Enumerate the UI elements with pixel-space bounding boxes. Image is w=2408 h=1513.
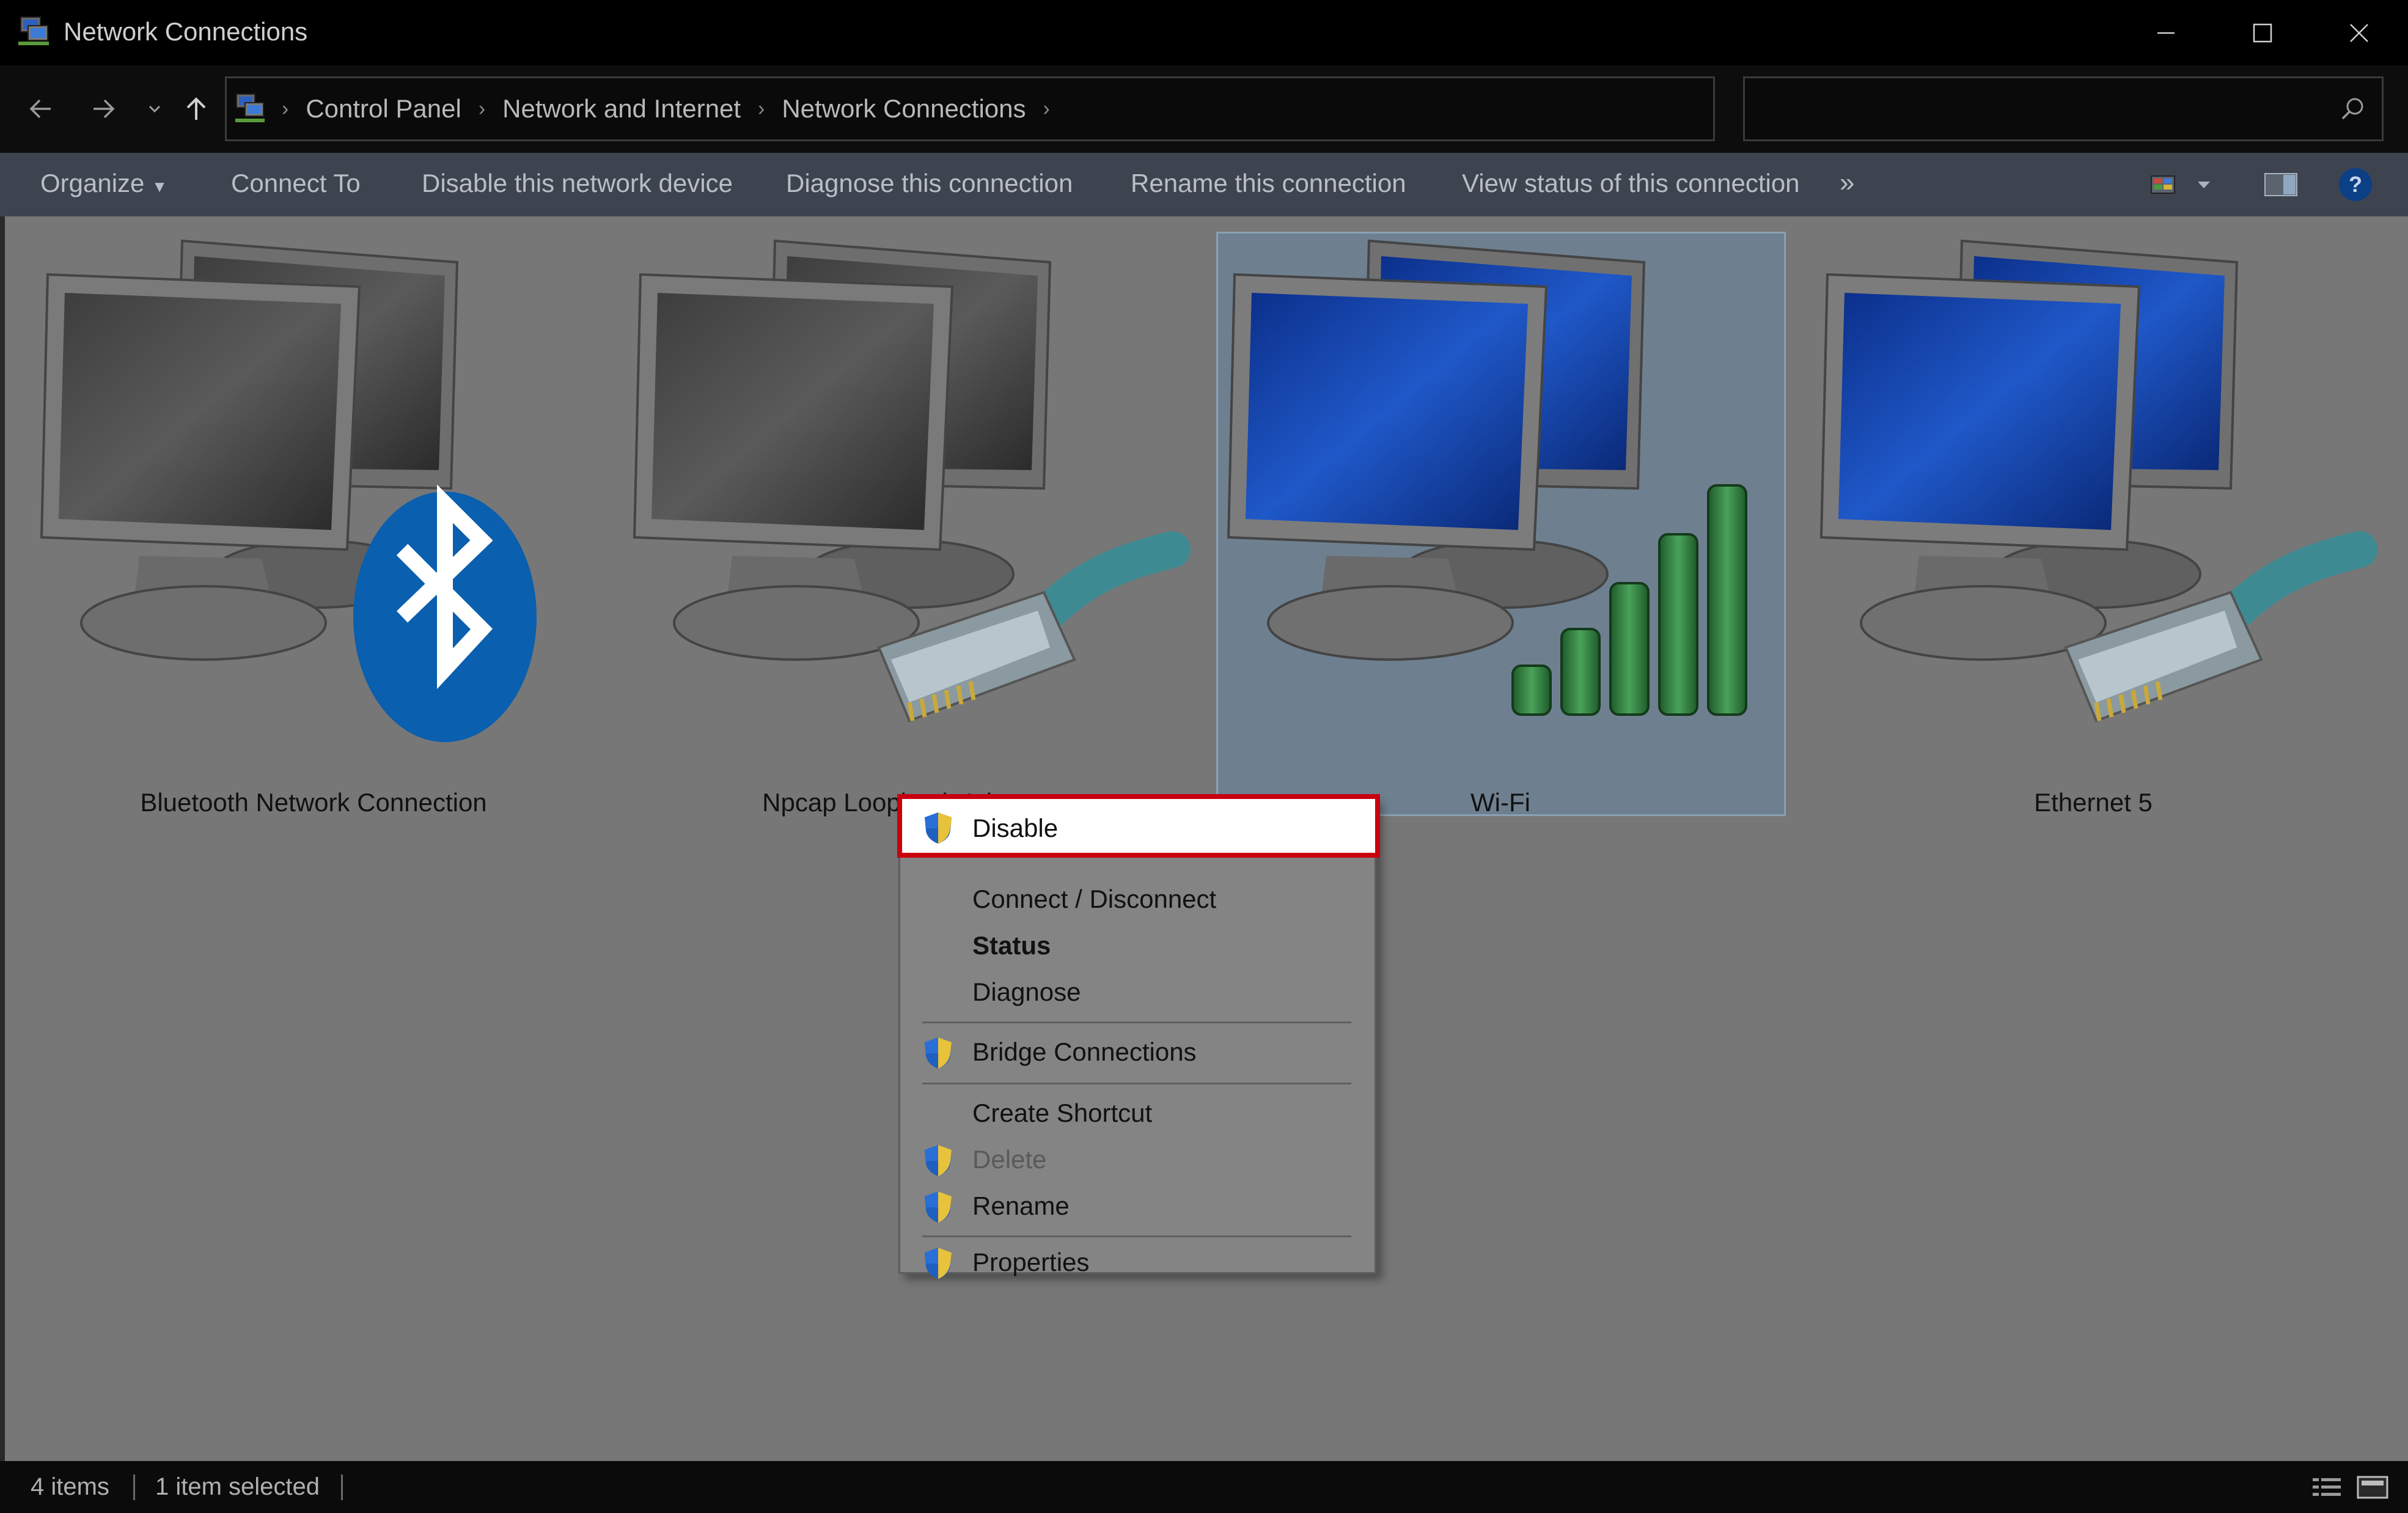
connection-name: Bluetooth Network Connection <box>140 788 487 817</box>
menu-item-connect-disconnect[interactable]: Connect / Disconnect <box>900 876 1375 922</box>
forward-button[interactable] <box>82 87 125 130</box>
organize-label: Organize <box>40 169 145 197</box>
uac-shield-icon <box>925 1037 952 1069</box>
menu-item-bridge-connections[interactable]: Bridge Connections <box>900 1029 1375 1075</box>
breadcrumb-network-and-internet[interactable]: Network and Internet <box>491 94 752 123</box>
menu-item-label: Status <box>972 931 1051 960</box>
search-input[interactable] <box>1757 87 2307 131</box>
breadcrumb-network-connections[interactable]: Network Connections <box>771 94 1037 123</box>
view-status-button[interactable]: View status of this connection <box>1462 169 1800 198</box>
uac-shield-icon <box>925 812 952 844</box>
forward-arrow-icon <box>94 99 115 119</box>
connections-view: Bluetooth Network Connection Npcap Loopb… <box>0 216 2408 1461</box>
back-button[interactable] <box>20 87 62 130</box>
address-bar[interactable]: › Control Panel › Network and Internet ›… <box>225 76 1916 141</box>
help-icon: ? <box>2339 168 2372 201</box>
network-connections-icon <box>18 17 49 45</box>
help-button[interactable]: ? <box>2337 166 2374 203</box>
connection-item-bluetooth[interactable]: Bluetooth Network Connection <box>29 232 598 817</box>
item-count: 4 items <box>31 1473 109 1500</box>
close-button[interactable] <box>2311 0 2407 65</box>
back-arrow-icon <box>29 99 51 119</box>
breadcrumb-separator-icon[interactable]: › <box>472 97 491 121</box>
menu-item-label: Connect / Disconnect <box>972 885 1217 913</box>
connection-item-npcap-loopback[interactable]: Npcap Loopback Adapter <box>622 232 1191 817</box>
chevron-down-icon <box>149 105 161 113</box>
address-row: › Control Panel › Network and Internet ›… <box>0 65 2408 153</box>
uac-shield-icon <box>925 1248 952 1279</box>
breadcrumb-separator-icon[interactable]: › <box>1037 97 1056 121</box>
preview-pane-icon <box>2264 173 2297 196</box>
change-view-button[interactable] <box>2149 166 2216 203</box>
connection-item-wifi[interactable]: Wi-Fi <box>1216 232 1785 817</box>
status-divider <box>341 1474 343 1500</box>
breadcrumb-control-panel[interactable]: Control Panel <box>295 94 472 123</box>
disable-device-button[interactable]: Disable this network device <box>422 169 733 198</box>
minimize-button[interactable] <box>2118 0 2214 65</box>
selection-count: 1 item selected <box>155 1473 320 1500</box>
ethernet-connection-icon <box>1819 239 2377 723</box>
menu-item-label: Rename <box>972 1191 1070 1220</box>
details-view-icon[interactable] <box>2310 1474 2344 1500</box>
breadcrumb-separator-icon: › <box>282 97 289 120</box>
menu-item-label: Disable <box>972 814 1059 842</box>
chevron-down-icon[interactable] <box>2192 172 2216 197</box>
menu-item-rename[interactable]: Rename <box>900 1183 1375 1229</box>
search-icon <box>2341 98 2363 120</box>
maximize-button[interactable] <box>2214 0 2311 65</box>
menu-item-label: Diagnose <box>972 977 1081 1006</box>
command-bar: Organize ▼ Connect To Disable this netwo… <box>0 153 2408 216</box>
menu-item-label: Create Shortcut <box>972 1099 1153 1127</box>
menu-separator <box>922 1083 1351 1084</box>
rename-connection-button[interactable]: Rename this connection <box>1131 169 1406 198</box>
ethernet-connection-icon <box>633 239 1191 723</box>
uac-shield-icon <box>925 1191 952 1223</box>
uac-shield-icon <box>925 1145 952 1176</box>
view-options-icon <box>2151 175 2175 194</box>
svg-text:?: ? <box>2349 172 2362 197</box>
connection-name: Ethernet 5 <box>2034 788 2153 817</box>
organize-menu[interactable]: Organize ▼ <box>40 169 167 198</box>
maximize-icon <box>2253 23 2272 42</box>
dropdown-arrow-icon: ▼ <box>152 177 167 196</box>
minimize-icon <box>2157 32 2175 34</box>
menu-item-delete: Delete <box>900 1136 1375 1183</box>
window-title: Network Connections <box>64 17 308 46</box>
title-bar: Network Connections <box>0 0 2408 65</box>
menu-separator <box>922 1022 1351 1023</box>
wifi-connection-icon <box>1227 239 1747 716</box>
menu-item-status[interactable]: Status <box>900 922 1375 969</box>
menu-item-label: Properties <box>972 1248 1090 1276</box>
connection-item-ethernet-5[interactable]: Ethernet 5 <box>1809 232 2377 817</box>
status-bar: 4 items 1 item selected <box>0 1461 2408 1513</box>
menu-item-label: Bridge Connections <box>972 1037 1197 1066</box>
context-menu: Disable Connect / Disconnect Status Diag… <box>897 794 1380 1279</box>
up-arrow-icon <box>186 97 206 120</box>
menu-item-diagnose[interactable]: Diagnose <box>900 969 1375 1015</box>
menu-item-create-shortcut[interactable]: Create Shortcut <box>900 1090 1375 1136</box>
bluetooth-connection-icon <box>40 239 537 742</box>
preview-pane-button[interactable] <box>2263 166 2299 203</box>
recent-locations-button[interactable] <box>133 87 176 130</box>
menu-item-properties[interactable]: Properties <box>900 1224 1375 1279</box>
up-button[interactable] <box>175 87 218 130</box>
status-divider <box>133 1474 135 1500</box>
close-icon <box>2350 23 2368 42</box>
menu-item-label: Delete <box>972 1145 1047 1174</box>
search-box[interactable] <box>1743 76 2384 141</box>
large-icons-view-icon[interactable] <box>2355 1474 2390 1500</box>
more-commands-button[interactable]: » <box>1840 167 1854 198</box>
control-panel-icon <box>235 94 265 122</box>
connect-to-button[interactable]: Connect To <box>231 169 361 198</box>
breadcrumb-separator-icon[interactable]: › <box>752 97 771 121</box>
diagnose-connection-button[interactable]: Diagnose this connection <box>786 169 1073 198</box>
menu-item-disable[interactable]: Disable <box>897 794 1380 858</box>
breadcrumb: › Control Panel › Network and Internet ›… <box>276 94 1056 123</box>
window-edge <box>0 216 5 1461</box>
